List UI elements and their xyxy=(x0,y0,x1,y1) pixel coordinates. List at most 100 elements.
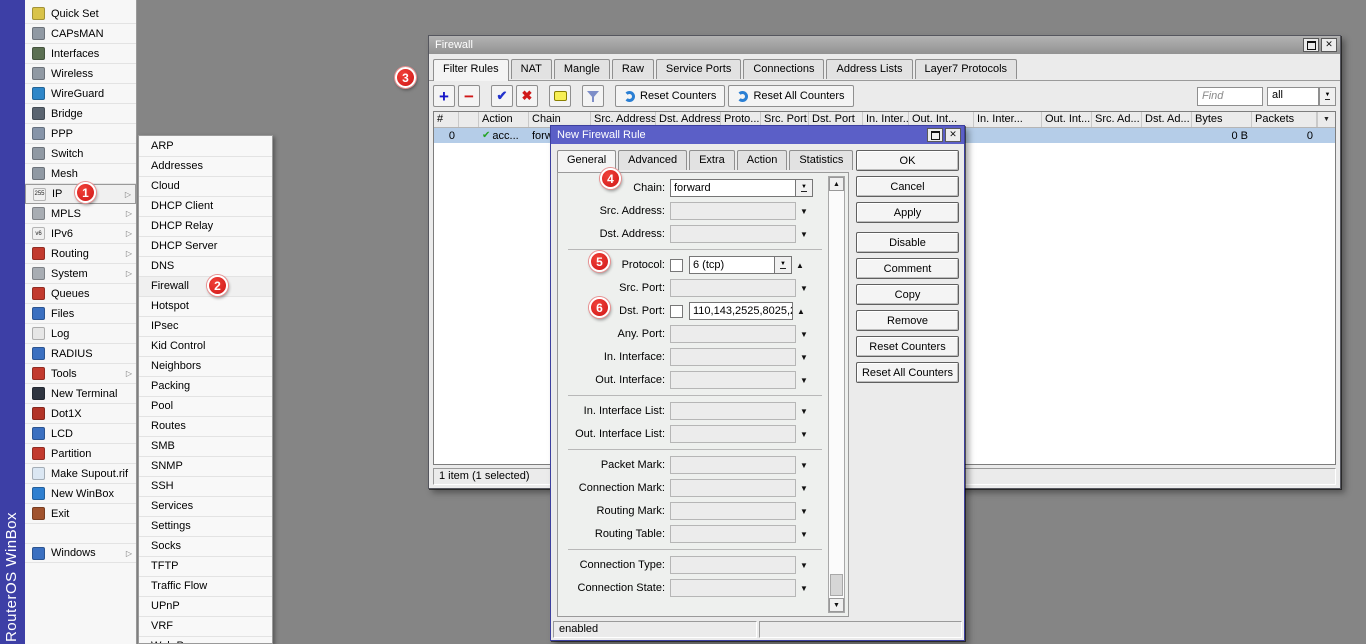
fw-tab-raw[interactable]: Raw xyxy=(612,59,654,79)
field-expand-arrow[interactable] xyxy=(793,307,809,316)
sidebar-item-ppp[interactable]: PPP ▷ xyxy=(25,124,136,144)
column-header-src-ad[interactable]: Src. Ad... xyxy=(1092,112,1142,127)
column-header-item[interactable] xyxy=(459,112,479,127)
column-header-item[interactable]: # xyxy=(434,112,459,127)
field-input[interactable] xyxy=(670,348,796,366)
sidebar-item-mpls[interactable]: MPLS ▷ xyxy=(25,204,136,224)
field-expand-arrow[interactable] xyxy=(796,230,812,239)
sidebar-item-wireguard[interactable]: WireGuard ▷ xyxy=(25,84,136,104)
copy-button[interactable]: Copy xyxy=(856,284,959,305)
dialog-tab-extra[interactable]: Extra xyxy=(689,150,735,170)
submenu-item-dns[interactable]: DNS xyxy=(139,257,272,277)
field-checkbox[interactable] xyxy=(670,259,683,272)
sidebar-item-log[interactable]: Log ▷ xyxy=(25,324,136,344)
maximize-button[interactable] xyxy=(1303,38,1319,52)
field-expand-arrow[interactable] xyxy=(796,561,812,570)
field-expand-arrow[interactable] xyxy=(792,261,808,270)
sidebar-item-radius[interactable]: RADIUS ▷ xyxy=(25,344,136,364)
fw-tab-mangle[interactable]: Mangle xyxy=(554,59,610,79)
submenu-item-packing[interactable]: Packing xyxy=(139,377,272,397)
sidebar-item-bridge[interactable]: Bridge ▷ xyxy=(25,104,136,124)
field-input[interactable]: 110,143,2525,8025,2 xyxy=(689,302,793,320)
ok-button[interactable]: OK xyxy=(856,150,959,171)
field-input[interactable] xyxy=(670,525,796,543)
dialog-scrollbar[interactable]: ▲ ▼ xyxy=(828,176,845,613)
submenu-item-cloud[interactable]: Cloud xyxy=(139,177,272,197)
sidebar-item-system[interactable]: System ▷ xyxy=(25,264,136,284)
field-expand-arrow[interactable] xyxy=(796,461,812,470)
column-header-in-inter[interactable]: In. Inter... xyxy=(974,112,1042,127)
submenu-item-pool[interactable]: Pool xyxy=(139,397,272,417)
remove-rule-button[interactable]: − xyxy=(458,85,480,107)
fw-tab-connections[interactable]: Connections xyxy=(743,59,824,79)
column-chooser-button[interactable]: ▼ xyxy=(1317,112,1335,127)
column-header-action[interactable]: Action xyxy=(479,112,529,127)
submenu-item-vrf[interactable]: VRF xyxy=(139,617,272,637)
submenu-item-kid-control[interactable]: Kid Control xyxy=(139,337,272,357)
submenu-item-tftp[interactable]: TFTP xyxy=(139,557,272,577)
reset-all-counters-button[interactable]: Reset All Counters xyxy=(856,362,959,383)
field-input[interactable] xyxy=(670,325,796,343)
field-input[interactable] xyxy=(670,456,796,474)
dialog-tab-statistics[interactable]: Statistics xyxy=(789,150,853,170)
submenu-item-addresses[interactable]: Addresses xyxy=(139,157,272,177)
field-expand-arrow[interactable] xyxy=(796,530,812,539)
reset-counters-button[interactable]: Reset Counters xyxy=(856,336,959,357)
field-dropdown-button[interactable] xyxy=(796,179,813,197)
fw-tab-address-lists[interactable]: Address Lists xyxy=(826,59,912,79)
sidebar-item-exit[interactable]: Exit ▷ xyxy=(25,504,136,524)
sidebar-item-capsman[interactable]: CAPsMAN ▷ xyxy=(25,24,136,44)
field-expand-arrow[interactable] xyxy=(796,430,812,439)
submenu-item-settings[interactable]: Settings xyxy=(139,517,272,537)
disable-rule-button[interactable]: ✖ xyxy=(516,85,538,107)
submenu-item-smb[interactable]: SMB xyxy=(139,437,272,457)
sidebar-item-windows[interactable]: Windows ▷ xyxy=(25,543,136,563)
submenu-item-traffic-flow[interactable]: Traffic Flow xyxy=(139,577,272,597)
sidebar-item-new-terminal[interactable]: New Terminal ▷ xyxy=(25,384,136,404)
close-button[interactable]: ✕ xyxy=(1321,38,1337,52)
remove-button[interactable]: Remove xyxy=(856,310,959,331)
sidebar-item-quick-set[interactable]: Quick Set ▷ xyxy=(25,4,136,24)
field-expand-arrow[interactable] xyxy=(796,284,812,293)
column-header-bytes[interactable]: Bytes xyxy=(1192,112,1252,127)
sidebar-item-wireless[interactable]: Wireless ▷ xyxy=(25,64,136,84)
field-input[interactable] xyxy=(670,202,796,220)
sidebar-item-ipv6[interactable]: v6 IPv6 ▷ xyxy=(25,224,136,244)
sidebar-item-dot1x[interactable]: Dot1X ▷ xyxy=(25,404,136,424)
field-expand-arrow[interactable] xyxy=(796,330,812,339)
sidebar-item-make-supout-rif[interactable]: Make Supout.rif ▷ xyxy=(25,464,136,484)
column-header-out-int[interactable]: Out. Int... xyxy=(1042,112,1092,127)
column-header-packets[interactable]: Packets xyxy=(1252,112,1317,127)
submenu-item-dhcp-server[interactable]: DHCP Server xyxy=(139,237,272,257)
submenu-item-snmp[interactable]: SNMP xyxy=(139,457,272,477)
sidebar-item-queues[interactable]: Queues ▷ xyxy=(25,284,136,304)
apply-button[interactable]: Apply xyxy=(856,202,959,223)
sidebar-item-switch[interactable]: Switch ▷ xyxy=(25,144,136,164)
field-input[interactable]: 6 (tcp) xyxy=(689,256,775,274)
submenu-item-upnp[interactable]: UPnP xyxy=(139,597,272,617)
fw-tab-filter-rules[interactable]: Filter Rules xyxy=(433,59,509,81)
field-input[interactable] xyxy=(670,479,796,497)
field-expand-arrow[interactable] xyxy=(796,507,812,516)
sidebar-item-files[interactable]: Files ▷ xyxy=(25,304,136,324)
comment-rule-button[interactable] xyxy=(549,85,571,107)
submenu-item-hotspot[interactable]: Hotspot xyxy=(139,297,272,317)
submenu-item-socks[interactable]: Socks xyxy=(139,537,272,557)
find-input[interactable] xyxy=(1197,87,1263,106)
fw-tab-service-ports[interactable]: Service Ports xyxy=(656,59,741,79)
field-input[interactable] xyxy=(670,502,796,520)
fw-tab-layer7-protocols[interactable]: Layer7 Protocols xyxy=(915,59,1018,79)
field-expand-arrow[interactable] xyxy=(796,207,812,216)
field-expand-arrow[interactable] xyxy=(796,407,812,416)
comment-button[interactable]: Comment xyxy=(856,258,959,279)
dialog-close-button[interactable]: ✕ xyxy=(945,128,961,142)
submenu-item-neighbors[interactable]: Neighbors xyxy=(139,357,272,377)
sidebar-item-new-winbox[interactable]: New WinBox ▷ xyxy=(25,484,136,504)
submenu-item-firewall[interactable]: Firewall xyxy=(139,277,272,297)
sidebar-item-routing[interactable]: Routing ▷ xyxy=(25,244,136,264)
fw-tab-nat[interactable]: NAT xyxy=(511,59,552,79)
field-input[interactable] xyxy=(670,402,796,420)
field-input[interactable] xyxy=(670,371,796,389)
scrollbar-thumb[interactable] xyxy=(830,574,843,596)
field-expand-arrow[interactable] xyxy=(796,353,812,362)
